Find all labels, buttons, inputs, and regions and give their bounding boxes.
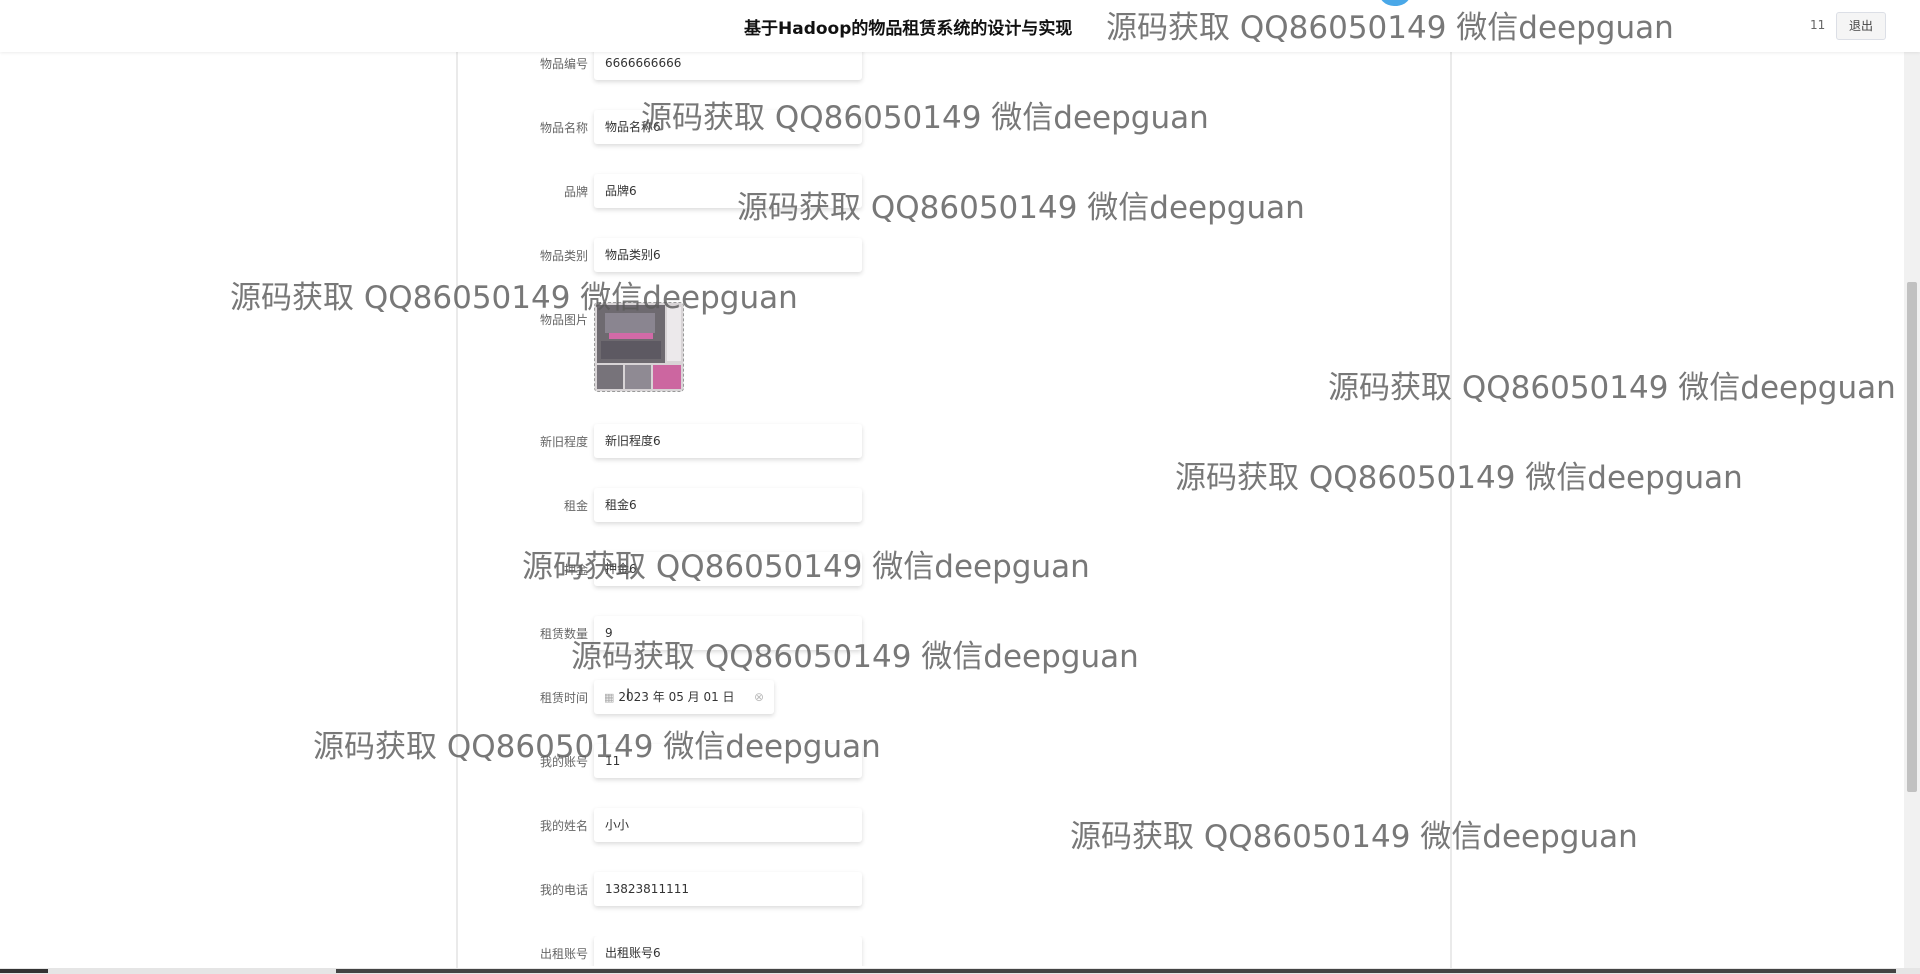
form-row-my-name: 我的姓名 小小 [458,808,1058,844]
form-row-lessor-account: 出租账号 出租账号6 [458,936,1058,966]
condition-label: 新旧程度 [539,435,588,449]
quantity-field[interactable]: 9 [594,616,862,650]
scrollbar-thumb[interactable] [1907,282,1917,792]
form-row-brand: 品牌 品牌6 [458,174,1058,210]
my-account-label: 我的账号 [539,755,588,769]
bedding-photo-icon [595,303,683,391]
clear-date-icon[interactable]: ⊗ [754,680,764,714]
deposit-field[interactable]: 押金6 [594,552,862,586]
brand-field[interactable]: 品牌6 [594,174,862,208]
top-header: 基于Hadoop的物品租赁系统的设计与实现 11 退出 [0,0,1920,52]
rent-label: 租金 [563,499,588,513]
category-field[interactable]: 物品类别6 [594,238,862,272]
item-name-field[interactable]: 物品名称6 [594,110,862,144]
form-row-my-phone: 我的电话 13823811111 [458,872,1058,908]
form-row-rent: 租金 租金6 [458,488,1058,524]
form-row-condition: 新旧程度 新旧程度6 [458,424,1058,460]
my-name-label: 我的姓名 [539,819,588,833]
rent-date-picker[interactable]: ▦ 2023 年 05 月 01 日 ⊗ [594,680,774,714]
form-row-item-name: 物品名称 物品名称6 [458,110,1058,146]
condition-field[interactable]: 新旧程度6 [594,424,862,458]
taskbar-segment [336,969,1896,973]
form-row-quantity: 租赁数量 9 [458,616,1058,652]
current-username: 11 [1810,18,1826,32]
logout-button[interactable]: 退出 [1836,12,1886,40]
form-row-rent-date: 租赁时间 ▦ 2023 年 05 月 01 日 ⊗ [458,680,1058,716]
my-phone-label: 我的电话 [539,883,588,897]
form-row-my-account: 我的账号 11 [458,744,1058,780]
form-row-image: 物品图片 [458,302,1058,394]
form-row-deposit: 押金 押金6 [458,552,1058,588]
taskbar-segment [0,969,48,973]
lessor-account-label: 出租账号 [539,947,588,961]
item-no-label: 物品编号 [539,57,588,71]
detail-form-panel: 物品编号 6666666666 物品名称 物品名称6 品牌 品牌6 物品类别 物… [456,46,1452,968]
category-label: 物品类别 [539,249,588,263]
calendar-icon: ▦ [604,691,615,704]
my-name-field[interactable]: 小小 [594,808,862,842]
text-cursor-icon: Ι [626,687,631,703]
item-name-label: 物品名称 [539,121,588,135]
top-badge-icon [1378,0,1412,6]
rent-field[interactable]: 租金6 [594,488,862,522]
page-scrollbar[interactable] [1904,52,1920,968]
my-phone-field[interactable]: 13823811111 [594,872,862,906]
brand-label: 品牌 [563,185,588,199]
image-label: 物品图片 [539,313,588,327]
item-image-thumbnail[interactable] [594,302,684,392]
rent-date-label: 租赁时间 [539,691,588,705]
page-title: 基于Hadoop的物品租赁系统的设计与实现 [744,19,1073,39]
rent-date-value: 2023 年 05 月 01 日 [618,690,735,704]
form-row-category: 物品类别 物品类别6 [458,238,1058,274]
deposit-label: 押金 [563,563,588,577]
lessor-account-field[interactable]: 出租账号6 [594,936,862,966]
my-account-field[interactable]: 11 [594,744,862,778]
quantity-label: 租赁数量 [539,627,588,641]
bottom-taskbar-strip [0,968,1920,974]
